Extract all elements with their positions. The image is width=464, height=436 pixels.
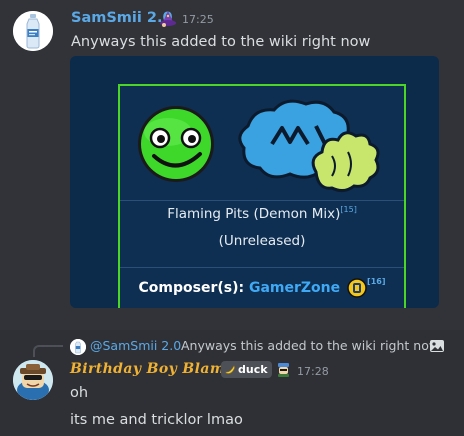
song-status: (Unreleased) xyxy=(218,233,306,249)
message-reply: @SamSmii 2.0 Anyways this added to the w… xyxy=(0,330,464,436)
song-title-text: Flaming Pits (Demon Mix) xyxy=(167,206,341,222)
water-bottle-icon xyxy=(13,11,53,51)
composer-name-link: GamerZone xyxy=(248,280,341,296)
composer-badge-icon xyxy=(347,278,367,298)
image-icon xyxy=(430,340,444,352)
reply-avatar[interactable] xyxy=(70,339,86,355)
reply-username[interactable]: @SamSmii 2.0 xyxy=(90,338,181,353)
wiki-infobox: Flaming Pits (Demon Mix)[15] (Unreleased… xyxy=(118,84,406,308)
water-bottle-icon xyxy=(70,339,86,355)
timestamp: 17:28 xyxy=(297,365,329,378)
composer-row: Composer(s): GamerZone [16] xyxy=(120,277,404,298)
green-smiley-icon xyxy=(138,106,214,182)
duck-character-avatar-icon xyxy=(13,360,53,400)
username[interactable]: SamSmii 2.0 xyxy=(71,10,173,26)
avatar[interactable] xyxy=(13,360,53,400)
server-tag-label: duck xyxy=(238,363,268,376)
wizard-hat-icon xyxy=(160,11,176,27)
server-tag[interactable]: duck xyxy=(221,361,272,378)
character-role-icon xyxy=(278,363,289,377)
composer-label: Composer(s): xyxy=(138,280,245,296)
reference-link: [16] xyxy=(367,277,386,286)
divider xyxy=(120,267,404,268)
reply-connector xyxy=(33,345,63,357)
message-line: its me and tricklor lmao xyxy=(70,412,243,428)
reply-preview[interactable]: Anyways this added to the wiki right now xyxy=(181,338,439,353)
avatar[interactable] xyxy=(13,11,53,51)
username[interactable]: Birthday Boy Blam xyxy=(70,361,225,377)
embed-image[interactable]: Flaming Pits (Demon Mix)[15] (Unreleased… xyxy=(70,56,439,308)
infobox-images xyxy=(120,86,404,200)
song-title: Flaming Pits (Demon Mix)[15] xyxy=(120,205,404,222)
message: SamSmii 2.0 17:25 Anyways this added to … xyxy=(0,0,464,330)
banana-icon xyxy=(225,365,235,374)
message-line: oh xyxy=(70,385,89,401)
message-content: Anyways this added to the wiki right now xyxy=(71,34,371,50)
reference-link: [15] xyxy=(340,205,357,214)
divider xyxy=(120,200,404,201)
timestamp: 17:25 xyxy=(182,13,214,26)
chat-view: SamSmii 2.0 17:25 Anyways this added to … xyxy=(0,0,464,436)
